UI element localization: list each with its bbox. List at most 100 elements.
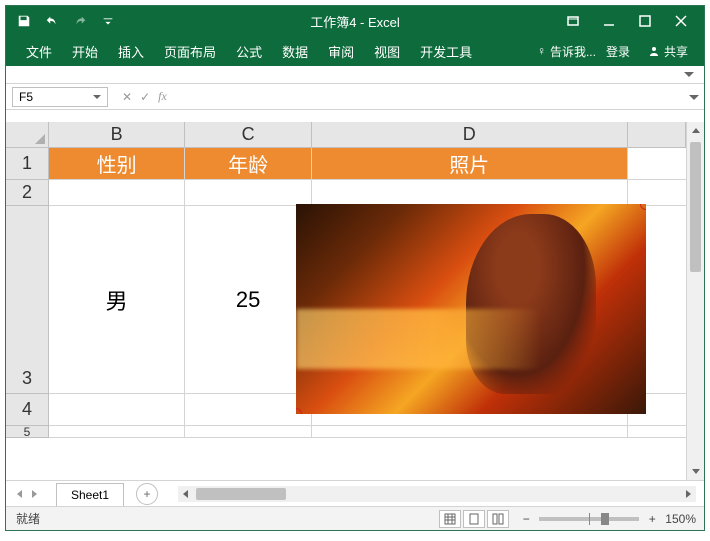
row-header-4[interactable]: 4 bbox=[6, 394, 49, 426]
quick-access-toolbar bbox=[6, 11, 118, 31]
qat-customize-button[interactable] bbox=[98, 11, 118, 31]
cell-D5[interactable] bbox=[312, 426, 628, 438]
window-title: 工作簿4 - Excel bbox=[310, 12, 400, 31]
scroll-left-button[interactable] bbox=[178, 486, 194, 502]
formula-bar-expand[interactable] bbox=[684, 92, 704, 102]
tab-insert[interactable]: 插入 bbox=[108, 36, 154, 67]
row-header-5[interactable]: 5 bbox=[6, 426, 49, 438]
redo-button[interactable] bbox=[70, 11, 90, 31]
save-button[interactable] bbox=[14, 11, 34, 31]
name-box[interactable]: F5 bbox=[12, 87, 108, 107]
hscroll-track[interactable] bbox=[194, 488, 680, 500]
title-bar: 工作簿4 - Excel bbox=[6, 6, 704, 36]
cell-E2[interactable] bbox=[628, 180, 686, 206]
cell-C4[interactable] bbox=[185, 394, 312, 426]
cell-B1[interactable]: 性别 bbox=[49, 148, 185, 180]
scroll-down-button[interactable] bbox=[687, 462, 704, 480]
ribbon-expand-button[interactable] bbox=[684, 66, 694, 84]
cancel-formula-button[interactable]: ✕ bbox=[122, 90, 132, 104]
resize-handle-tr[interactable] bbox=[640, 204, 646, 210]
name-box-value: F5 bbox=[19, 90, 33, 104]
share-label: 共享 bbox=[664, 43, 688, 60]
sheet-nav-next[interactable] bbox=[30, 487, 38, 501]
close-button[interactable] bbox=[672, 12, 690, 30]
select-all-button[interactable] bbox=[6, 122, 49, 148]
status-ready: 就绪 bbox=[14, 510, 40, 527]
view-page-layout-button[interactable] bbox=[463, 510, 485, 528]
grid-rows: 1 性别 年龄 照片 2 3 男 25 bbox=[6, 148, 686, 438]
vscroll-thumb[interactable] bbox=[690, 142, 701, 272]
embedded-image[interactable] bbox=[296, 204, 646, 414]
view-page-break-button[interactable] bbox=[487, 510, 509, 528]
vertical-scrollbar[interactable] bbox=[686, 122, 704, 480]
zoom-slider[interactable] bbox=[539, 517, 639, 521]
scroll-right-button[interactable] bbox=[680, 486, 696, 502]
horizontal-scrollbar[interactable] bbox=[178, 486, 696, 502]
view-buttons bbox=[439, 510, 509, 528]
worksheet[interactable]: B C D 1 性别 年龄 照片 2 bbox=[6, 122, 686, 480]
row-1: 1 性别 年龄 照片 bbox=[6, 148, 686, 180]
cell-C3[interactable]: 25 bbox=[185, 206, 312, 394]
cell-D1[interactable]: 照片 bbox=[312, 148, 628, 180]
formula-input[interactable] bbox=[175, 87, 684, 107]
sheet-nav bbox=[6, 487, 48, 501]
column-header-B[interactable]: B bbox=[49, 122, 185, 148]
tab-developer[interactable]: 开发工具 bbox=[410, 36, 482, 67]
cell-E5[interactable] bbox=[628, 426, 686, 438]
excel-window: 工作簿4 - Excel 文件 开始 插入 页面布局 公式 数据 审阅 视图 开… bbox=[5, 5, 705, 531]
column-header-E[interactable] bbox=[628, 122, 686, 148]
sheet-nav-prev[interactable] bbox=[16, 487, 24, 501]
cell-B2[interactable] bbox=[49, 180, 185, 206]
minimize-button[interactable] bbox=[600, 12, 618, 30]
zoom-level[interactable]: 150% bbox=[665, 512, 696, 526]
ribbon-display-button[interactable] bbox=[564, 12, 582, 30]
enter-formula-button[interactable]: ✓ bbox=[140, 90, 150, 104]
hscroll-thumb[interactable] bbox=[196, 488, 286, 500]
formula-bar: F5 ✕ ✓ fx bbox=[6, 84, 704, 110]
cell-C2[interactable] bbox=[185, 180, 312, 206]
tab-review[interactable]: 审阅 bbox=[318, 36, 364, 67]
grid-area: B C D 1 性别 年龄 照片 2 bbox=[6, 122, 704, 480]
cell-B3[interactable]: 男 bbox=[49, 206, 185, 394]
row-header-2[interactable]: 2 bbox=[6, 180, 49, 206]
tell-me-label: 告诉我... bbox=[550, 43, 596, 60]
cell-B4[interactable] bbox=[49, 394, 185, 426]
maximize-button[interactable] bbox=[636, 12, 654, 30]
status-bar: 就绪 − + 150% bbox=[6, 506, 704, 530]
zoom-in-button[interactable]: + bbox=[645, 512, 659, 526]
resize-handle-bl[interactable] bbox=[296, 408, 302, 414]
column-header-D[interactable]: D bbox=[312, 122, 628, 148]
formula-buttons: ✕ ✓ fx bbox=[114, 89, 175, 104]
cell-C1[interactable]: 年龄 bbox=[185, 148, 312, 180]
sheet-tab-sheet1[interactable]: Sheet1 bbox=[56, 483, 124, 506]
tab-page-layout[interactable]: 页面布局 bbox=[154, 36, 226, 67]
row-header-1[interactable]: 1 bbox=[6, 148, 49, 180]
column-header-C[interactable]: C bbox=[185, 122, 312, 148]
scroll-up-button[interactable] bbox=[687, 122, 704, 140]
zoom-controls: − + 150% bbox=[519, 512, 696, 526]
cell-E1[interactable] bbox=[628, 148, 686, 180]
tab-data[interactable]: 数据 bbox=[272, 36, 318, 67]
column-headers: B C D bbox=[6, 122, 686, 148]
undo-button[interactable] bbox=[42, 11, 62, 31]
view-normal-button[interactable] bbox=[439, 510, 461, 528]
tab-view[interactable]: 视图 bbox=[364, 36, 410, 67]
tab-file[interactable]: 文件 bbox=[16, 36, 62, 67]
cell-D2[interactable] bbox=[312, 180, 628, 206]
insert-function-button[interactable]: fx bbox=[158, 89, 167, 104]
tab-home[interactable]: 开始 bbox=[62, 36, 108, 67]
add-sheet-button[interactable]: + bbox=[136, 483, 158, 505]
row-header-3[interactable]: 3 bbox=[6, 206, 49, 394]
ribbon-collapse-row bbox=[6, 66, 704, 84]
cell-B5[interactable] bbox=[49, 426, 185, 438]
cell-C5[interactable] bbox=[185, 426, 312, 438]
vscroll-track[interactable] bbox=[687, 140, 704, 462]
zoom-handle[interactable] bbox=[601, 513, 609, 525]
share-button[interactable]: 共享 bbox=[640, 39, 696, 64]
spacer bbox=[6, 110, 704, 122]
tab-formulas[interactable]: 公式 bbox=[226, 36, 272, 67]
login-link[interactable]: 登录 bbox=[606, 43, 630, 60]
window-controls bbox=[564, 12, 704, 30]
zoom-out-button[interactable]: − bbox=[519, 512, 533, 526]
tell-me[interactable]: ♀告诉我... bbox=[537, 43, 596, 60]
